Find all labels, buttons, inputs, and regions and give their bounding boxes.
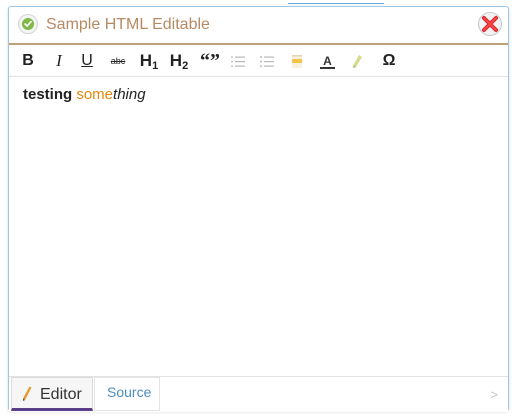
editor-content-area[interactable]: testing something bbox=[9, 77, 508, 376]
heading2-level: 2 bbox=[182, 60, 189, 72]
close-x-icon bbox=[482, 16, 498, 32]
pencil-icon bbox=[23, 386, 32, 401]
font-color-button[interactable]: A bbox=[320, 54, 335, 74]
mode-tab-bar: Editor Source > bbox=[9, 376, 508, 412]
strikethrough-button[interactable]: abc bbox=[110, 51, 126, 71]
heading1-letter: H bbox=[139, 51, 153, 70]
editor-text[interactable]: testing something bbox=[23, 86, 146, 103]
text-bold-word: testing bbox=[23, 86, 73, 103]
tab-source-label: Source bbox=[107, 384, 152, 400]
ordered-list-icon bbox=[231, 56, 245, 67]
editor-window: Sample HTML Editable B I U abc H1 H2 “” bbox=[8, 6, 509, 412]
ordered-list-button[interactable] bbox=[231, 55, 245, 73]
font-color-icon: A bbox=[320, 54, 335, 69]
check-circle-icon bbox=[18, 14, 38, 34]
highlight-icon bbox=[292, 55, 302, 68]
unordered-list-icon bbox=[260, 56, 274, 68]
heading1-button[interactable]: H1 bbox=[138, 51, 160, 72]
marker-button[interactable] bbox=[352, 55, 362, 74]
tab-editor[interactable]: Editor bbox=[11, 377, 93, 411]
blockquote-button[interactable]: “” bbox=[200, 51, 220, 71]
heading2-letter: H bbox=[169, 51, 183, 70]
top-link-underline bbox=[288, 0, 384, 4]
svg-text:A: A bbox=[323, 55, 332, 68]
window-title: Sample HTML Editable bbox=[46, 16, 210, 33]
special-character-button[interactable]: Ω bbox=[381, 51, 397, 71]
heading2-button[interactable]: H2 bbox=[168, 51, 190, 72]
bold-button[interactable]: B bbox=[21, 51, 35, 71]
tab-source[interactable]: Source bbox=[94, 377, 160, 411]
next-arrow-icon[interactable]: > bbox=[490, 387, 498, 402]
unordered-list-button[interactable] bbox=[260, 55, 274, 73]
underline-button[interactable]: U bbox=[80, 51, 94, 71]
close-button[interactable] bbox=[478, 12, 502, 36]
text-italic-word: thing bbox=[113, 86, 146, 103]
text-colored-word: some bbox=[76, 86, 114, 103]
highlight-button[interactable] bbox=[291, 55, 303, 73]
heading1-level: 1 bbox=[152, 60, 159, 72]
title-bar: Sample HTML Editable bbox=[9, 7, 508, 45]
italic-button[interactable]: I bbox=[53, 51, 65, 71]
pen-icon bbox=[353, 55, 362, 68]
formatting-toolbar: B I U abc H1 H2 “” A Ω bbox=[9, 45, 508, 77]
tab-editor-label: Editor bbox=[40, 386, 82, 403]
